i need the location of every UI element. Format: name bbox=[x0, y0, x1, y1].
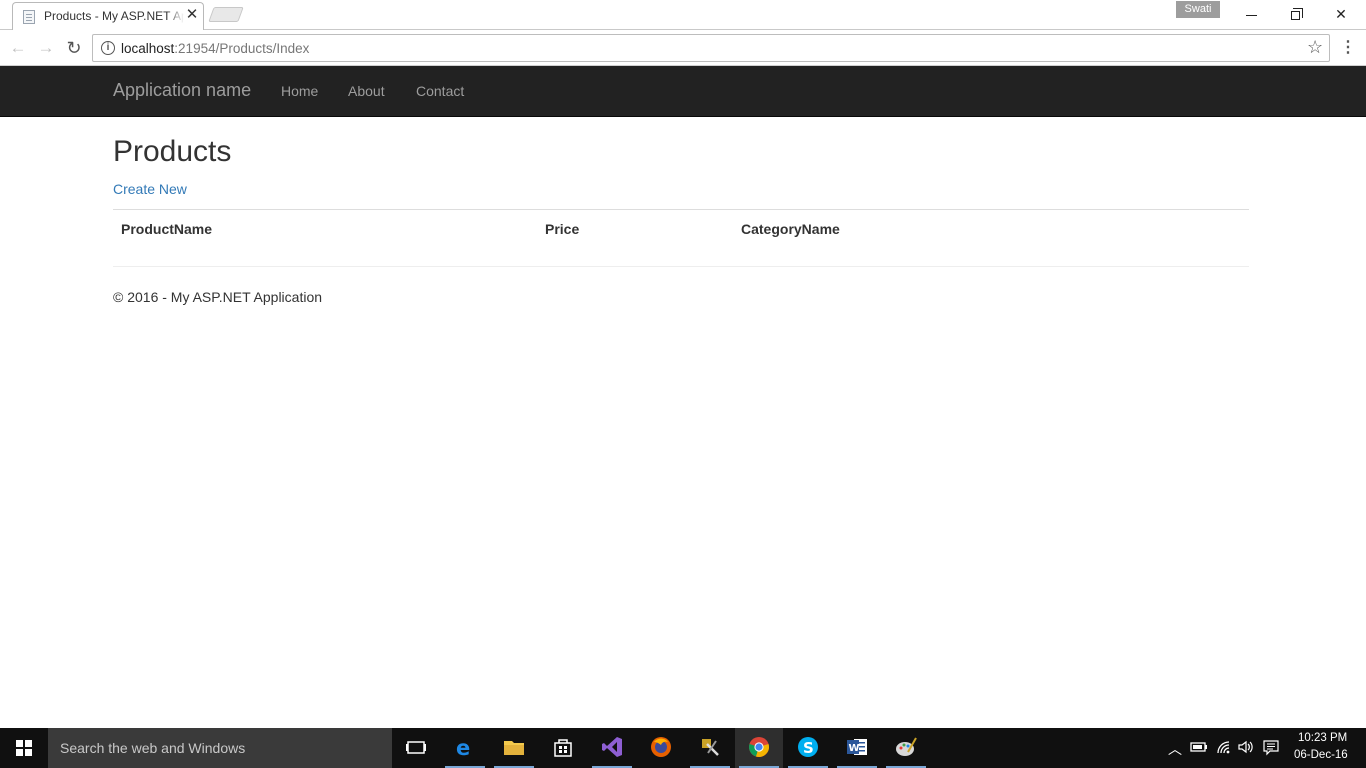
minimize-button[interactable] bbox=[1228, 0, 1274, 28]
tab-title: Products - My ASP.NET Application bbox=[44, 9, 184, 23]
browser-menu-icon[interactable]: ⋮ bbox=[1340, 37, 1356, 59]
paint-taskbar-button[interactable] bbox=[882, 728, 930, 768]
navbar-brand[interactable]: Application name bbox=[113, 80, 251, 101]
edge-icon: e bbox=[456, 736, 470, 758]
nav-link-contact[interactable]: Contact bbox=[416, 83, 464, 99]
footer-divider bbox=[113, 266, 1249, 267]
reload-icon[interactable]: ↻ bbox=[63, 37, 85, 59]
show-hidden-icons-icon[interactable]: ︿ bbox=[1168, 739, 1182, 759]
volume-icon[interactable] bbox=[1238, 740, 1254, 754]
page-title: Products bbox=[113, 135, 232, 168]
svg-text:W: W bbox=[849, 743, 860, 754]
url-host: localhost bbox=[121, 41, 175, 56]
address-bar[interactable]: i localhost:21954/Products/Index ☆ bbox=[92, 34, 1330, 62]
word-icon: W bbox=[847, 739, 867, 755]
svg-text:e: e bbox=[456, 736, 470, 758]
bookmark-star-icon[interactable]: ☆ bbox=[1307, 37, 1323, 58]
windows-taskbar: Search the web and Windows e S W ︿ 10:23… bbox=[0, 728, 1366, 768]
table-border bbox=[113, 209, 1249, 210]
skype-taskbar-button[interactable]: S bbox=[784, 728, 832, 768]
store-bag-icon bbox=[554, 739, 572, 757]
search-placeholder: Search the web and Windows bbox=[60, 740, 246, 756]
site-navbar: Application name Home About Contact bbox=[0, 66, 1366, 117]
taskbar-search-box[interactable]: Search the web and Windows bbox=[48, 728, 392, 768]
page-favicon-icon bbox=[23, 10, 35, 24]
paint-palette-icon bbox=[896, 737, 917, 756]
browser-toolbar: ← → ↻ i localhost:21954/Products/Index ☆… bbox=[0, 30, 1366, 66]
windows-logo-icon bbox=[16, 740, 32, 756]
close-window-button[interactable]: ✕ bbox=[1318, 0, 1364, 28]
tools-taskbar-button[interactable] bbox=[686, 728, 734, 768]
edge-taskbar-button[interactable]: e bbox=[441, 728, 489, 768]
skype-icon: S bbox=[798, 737, 818, 757]
column-header-productname: ProductName bbox=[121, 221, 213, 237]
url-path: :21954/Products/Index bbox=[174, 41, 310, 56]
column-header-price: Price bbox=[545, 221, 580, 237]
nav-link-home[interactable]: Home bbox=[281, 83, 318, 99]
chrome-taskbar-button[interactable] bbox=[735, 728, 783, 768]
new-tab-button[interactable] bbox=[208, 7, 244, 22]
wifi-icon[interactable] bbox=[1216, 740, 1232, 754]
battery-icon[interactable] bbox=[1190, 741, 1208, 753]
file-explorer-taskbar-button[interactable] bbox=[490, 728, 538, 768]
profile-badge[interactable]: Swati bbox=[1176, 1, 1220, 18]
visual-studio-icon bbox=[602, 737, 622, 757]
close-tab-icon[interactable]: ✕ bbox=[183, 6, 201, 24]
clock-date[interactable]: 06-Dec-16 bbox=[1294, 749, 1348, 761]
word-taskbar-button[interactable]: W bbox=[833, 728, 881, 768]
url-text[interactable]: localhost:21954/Products/Index bbox=[121, 41, 309, 56]
svg-text:S: S bbox=[803, 739, 814, 757]
clock-time[interactable]: 10:23 PM bbox=[1298, 732, 1347, 744]
firefox-icon bbox=[651, 737, 671, 757]
back-arrow-icon[interactable]: ← bbox=[7, 37, 29, 59]
browser-tab-products[interactable]: Products - My ASP.NET Application ✕ bbox=[12, 2, 204, 30]
browser-tabstrip: Products - My ASP.NET Application ✕ Swat… bbox=[0, 0, 1366, 30]
restore-icon bbox=[1290, 7, 1303, 20]
create-new-link[interactable]: Create New bbox=[113, 181, 187, 197]
task-view-button[interactable] bbox=[392, 728, 440, 768]
forward-arrow-icon[interactable]: → bbox=[35, 37, 57, 59]
start-button[interactable] bbox=[0, 728, 48, 768]
minimize-icon bbox=[1245, 14, 1257, 16]
restore-button[interactable] bbox=[1272, 0, 1318, 28]
tools-icon bbox=[702, 739, 719, 756]
column-header-categoryname: CategoryName bbox=[741, 221, 840, 237]
nav-link-about[interactable]: About bbox=[348, 83, 385, 99]
site-info-icon[interactable]: i bbox=[101, 41, 115, 55]
folder-icon bbox=[504, 741, 524, 755]
chrome-icon bbox=[749, 737, 769, 757]
visual-studio-taskbar-button[interactable] bbox=[588, 728, 636, 768]
store-taskbar-button[interactable] bbox=[539, 728, 587, 768]
page-footer: © 2016 - My ASP.NET Application bbox=[113, 289, 323, 305]
action-center-icon[interactable] bbox=[1263, 740, 1279, 756]
firefox-taskbar-button[interactable] bbox=[637, 728, 685, 768]
task-view-icon bbox=[406, 741, 426, 754]
